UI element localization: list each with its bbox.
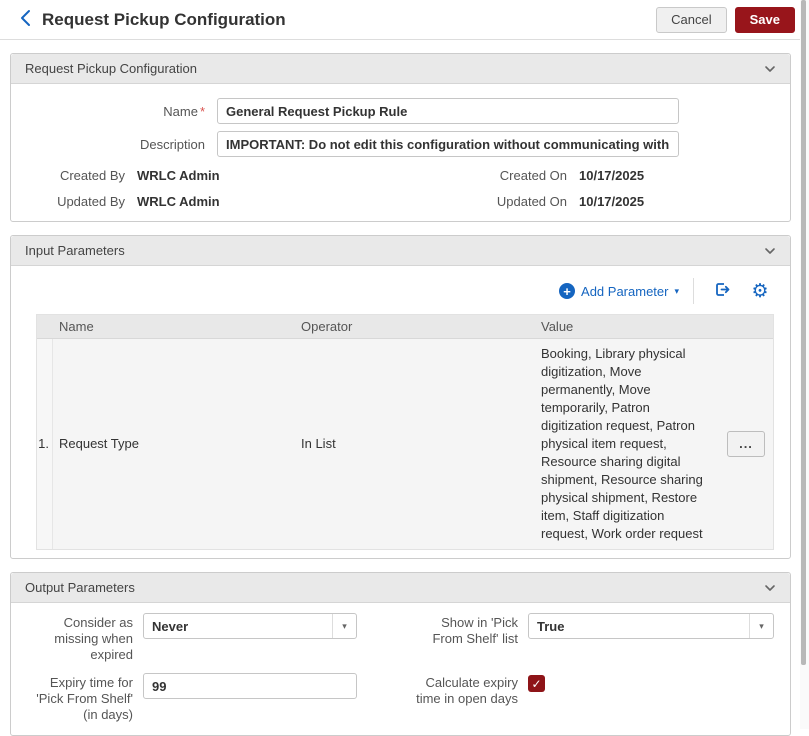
expiry-time-label: Expiry time for 'Pick From Shelf' (in da…	[21, 673, 133, 723]
show-pick-label: Show in 'Pick From Shelf' list	[410, 613, 518, 647]
row-operator: In List	[295, 339, 535, 549]
description-label: Description	[27, 137, 217, 152]
consider-missing-select[interactable]: Never ▾	[143, 613, 357, 639]
back-chevron-icon	[20, 9, 31, 30]
calc-expiry-checkbox[interactable]: ✓	[528, 675, 545, 692]
export-icon	[713, 280, 732, 302]
output-parameters-card: Output Parameters Consider as missing wh…	[10, 572, 791, 736]
add-parameter-button[interactable]: + Add Parameter ▾	[559, 283, 679, 299]
collapse-chevron-icon[interactable]	[764, 65, 776, 73]
parameters-table: Name Operator Value 1. Request Type In L…	[36, 314, 774, 550]
consider-missing-label: Consider as missing when expired	[21, 613, 133, 663]
show-pick-value: True	[529, 619, 749, 634]
created-on-value: 10/17/2025	[579, 168, 644, 183]
plus-circle-icon: +	[559, 283, 575, 299]
back-button[interactable]	[14, 9, 36, 31]
table-row: 1. Request Type In List Booking, Library…	[37, 339, 773, 550]
row-more-actions-button[interactable]: ...	[727, 431, 765, 457]
check-icon: ✓	[531, 677, 541, 691]
created-by-label: Created By	[27, 168, 137, 183]
updated-by-value: WRLC Admin	[137, 194, 220, 209]
collapse-chevron-icon[interactable]	[764, 584, 776, 592]
toolbar-divider	[693, 278, 694, 304]
collapse-chevron-icon[interactable]	[764, 247, 776, 255]
general-section-header[interactable]: Request Pickup Configuration	[11, 54, 790, 84]
scrollbar-thumb[interactable]	[801, 0, 806, 665]
input-parameters-card: Input Parameters + Add Parameter ▾ ⚙ N	[10, 235, 791, 559]
row-value: Booking, Library physical digitization, …	[535, 339, 719, 549]
select-caret-icon[interactable]: ▾	[332, 614, 356, 638]
vertical-scrollbar[interactable]	[800, 0, 809, 729]
row-name: Request Type	[53, 339, 295, 549]
output-parameters-header[interactable]: Output Parameters	[11, 573, 790, 603]
required-asterisk: *	[200, 104, 205, 119]
name-input[interactable]	[217, 98, 679, 124]
description-input[interactable]	[217, 131, 679, 157]
consider-missing-value: Never	[144, 619, 332, 634]
add-parameter-caret-icon: ▾	[674, 286, 679, 297]
parameters-table-header: Name Operator Value	[37, 315, 773, 339]
created-by-value: WRLC Admin	[137, 168, 220, 183]
row-index: 1.	[37, 339, 53, 549]
updated-by-label: Updated By	[27, 194, 137, 209]
updated-on-label: Updated On	[444, 194, 579, 209]
input-parameters-header[interactable]: Input Parameters	[11, 236, 790, 266]
gear-icon: ⚙	[751, 282, 768, 301]
col-value: Value	[535, 319, 719, 334]
select-caret-icon[interactable]: ▾	[749, 614, 773, 638]
calc-expiry-label: Calculate expiry time in open days	[410, 673, 518, 707]
col-operator: Operator	[295, 319, 535, 334]
export-button[interactable]	[708, 278, 736, 304]
show-pick-select[interactable]: True ▾	[528, 613, 774, 639]
updated-on-value: 10/17/2025	[579, 194, 644, 209]
expiry-time-input[interactable]	[143, 673, 357, 699]
table-settings-button[interactable]: ⚙	[746, 278, 774, 304]
name-label: Name*	[27, 104, 217, 119]
add-parameter-label: Add Parameter	[581, 284, 668, 299]
col-name: Name	[53, 319, 295, 334]
created-on-label: Created On	[444, 168, 579, 183]
general-section-card: Request Pickup Configuration Name* Descr…	[10, 53, 791, 222]
page-title: Request Pickup Configuration	[42, 10, 286, 30]
general-section-title: Request Pickup Configuration	[25, 61, 197, 76]
input-parameters-toolbar: + Add Parameter ▾ ⚙	[11, 266, 790, 314]
input-parameters-title: Input Parameters	[25, 243, 125, 258]
cancel-button[interactable]: Cancel	[656, 7, 726, 33]
row-actions-cell: ...	[719, 339, 773, 549]
top-bar: Request Pickup Configuration Cancel Save	[0, 0, 809, 40]
save-button[interactable]: Save	[735, 7, 795, 33]
output-parameters-title: Output Parameters	[25, 580, 135, 595]
